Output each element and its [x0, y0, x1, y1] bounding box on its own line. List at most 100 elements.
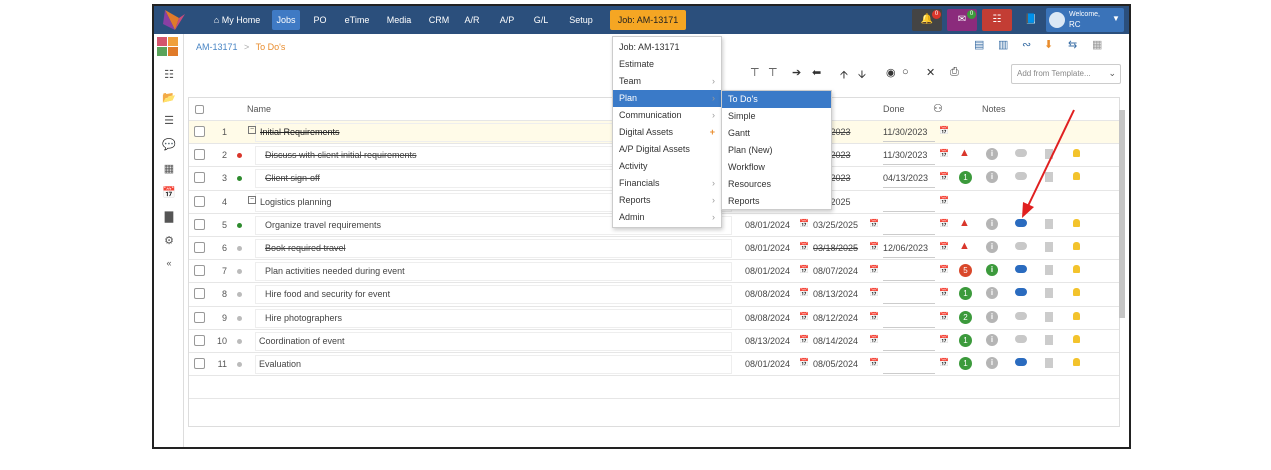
- warning-icon[interactable]: ▲: [959, 240, 970, 252]
- select-all-checkbox[interactable]: [195, 105, 204, 114]
- info-icon[interactable]: i: [986, 171, 998, 184]
- table-row[interactable]: 7 Plan activities needed during event 08/0…: [189, 259, 1119, 282]
- row-checkbox[interactable]: [194, 126, 205, 137]
- nav-etime[interactable]: eTime: [340, 10, 374, 30]
- submenu-item-gantt[interactable]: Gantt: [722, 125, 831, 142]
- submenu-item-to-do-s[interactable]: To Do's: [722, 91, 831, 108]
- calendar-icon[interactable]: 📅: [939, 358, 949, 368]
- done-date-field[interactable]: [883, 285, 935, 305]
- done-date-field[interactable]: [883, 309, 935, 328]
- menu-item-communication[interactable]: Communication ›: [613, 107, 721, 124]
- bell-icon[interactable]: [1073, 149, 1080, 158]
- menu-item-financials[interactable]: Financials ›: [613, 175, 721, 192]
- unlock-icon[interactable]: ○: [902, 66, 909, 78]
- info-icon[interactable]: i: [986, 333, 998, 346]
- start-date[interactable]: 08/01/2024: [745, 243, 790, 253]
- menu-item-plan[interactable]: Plan ›: [613, 90, 721, 107]
- info-icon[interactable]: i: [986, 264, 998, 277]
- document-icon[interactable]: [1045, 288, 1053, 299]
- breadcrumb-job-link[interactable]: AM-13171: [196, 42, 238, 52]
- calendar-icon[interactable]: 📅: [939, 126, 949, 136]
- calendar-icon[interactable]: 📅: [799, 219, 809, 229]
- count-badge[interactable]: 5: [959, 264, 972, 278]
- grid-scrollbar[interactable]: [1119, 98, 1125, 418]
- nav-jobs[interactable]: Jobs: [272, 10, 300, 30]
- name-cell[interactable]: [255, 355, 732, 374]
- calendar-icon[interactable]: 📅: [939, 196, 949, 206]
- calendar-icon[interactable]: 📅: [160, 186, 178, 200]
- mail-button[interactable]: ✉ 0: [947, 9, 977, 31]
- spreadsheet-icon[interactable]: ▦: [1092, 38, 1102, 51]
- nav-media[interactable]: Media: [382, 10, 416, 30]
- document-icon[interactable]: [1045, 311, 1053, 322]
- warning-icon[interactable]: ▲: [959, 217, 970, 229]
- indent-icon[interactable]: ⊤: [750, 66, 760, 79]
- menu-item-team[interactable]: Team ›: [613, 73, 721, 90]
- due-date[interactable]: 08/07/2024: [813, 266, 858, 276]
- document-icon[interactable]: [1045, 242, 1053, 252]
- table-row[interactable]: 10 Coordination of event 08/13/2024 📅 08/14/…: [189, 328, 1119, 352]
- calendar-icon[interactable]: 📅: [869, 312, 879, 322]
- calendar-icon[interactable]: 📅: [799, 312, 809, 322]
- info-icon[interactable]: i: [986, 148, 998, 161]
- count-badge[interactable]: 1: [959, 287, 972, 301]
- menu-item-digital-assets[interactable]: Digital Assets +: [613, 124, 721, 141]
- comments-icon[interactable]: [1015, 149, 1027, 158]
- calendar-icon[interactable]: 📅: [939, 149, 949, 159]
- row-checkbox[interactable]: [194, 242, 205, 253]
- nav-a-p[interactable]: A/P: [495, 10, 519, 30]
- table-row[interactable]: 11 Evaluation 08/01/2024 📅 08/05/2024 📅 📅 1 i: [189, 352, 1119, 375]
- notes-column-header[interactable]: Notes: [982, 104, 1006, 114]
- row-checkbox[interactable]: [194, 265, 205, 277]
- info-icon[interactable]: i: [986, 310, 998, 323]
- due-date[interactable]: 08/05/2024: [813, 359, 858, 369]
- rss-icon[interactable]: ∾: [1022, 38, 1031, 51]
- grid-view-icon[interactable]: ▤: [974, 38, 984, 51]
- calendar-icon[interactable]: 📅: [799, 242, 809, 252]
- comments-icon[interactable]: [1015, 218, 1027, 227]
- map-icon[interactable]: ▦: [160, 162, 178, 176]
- done-date-field[interactable]: [883, 216, 935, 235]
- user-menu[interactable]: Welcome, RC ▼: [1046, 8, 1124, 32]
- submenu-item-plan-new-[interactable]: Plan (New): [722, 142, 831, 159]
- nav-g-l[interactable]: G/L: [529, 10, 553, 30]
- due-date[interactable]: 08/14/2024: [813, 336, 858, 346]
- outdent-icon[interactable]: ⊤: [768, 66, 778, 79]
- arrow-right-icon[interactable]: ➔: [792, 66, 801, 79]
- collapse-toggle-icon[interactable]: −: [248, 195, 256, 204]
- database-button[interactable]: ☷: [982, 9, 1012, 31]
- submenu-item-reports[interactable]: Reports: [722, 193, 831, 210]
- calendar-icon[interactable]: 📅: [939, 242, 949, 252]
- comments-icon[interactable]: [1015, 288, 1027, 297]
- comments-icon[interactable]: 💬: [160, 138, 178, 152]
- document-icon[interactable]: [1045, 218, 1053, 229]
- submenu-item-resources[interactable]: Resources: [722, 176, 831, 193]
- done-date-field[interactable]: [883, 332, 935, 351]
- arrow-left-icon[interactable]: ⬅: [812, 66, 821, 79]
- plus-icon[interactable]: +: [710, 124, 715, 141]
- calendar-icon[interactable]: 📅: [799, 358, 809, 368]
- done-column-header[interactable]: Done: [883, 104, 905, 114]
- notifications-button[interactable]: 🔔 0: [912, 9, 942, 31]
- calendar-icon[interactable]: 📅: [799, 288, 809, 298]
- calendar-icon[interactable]: 📅: [939, 265, 949, 275]
- menu-item-a-p-digital-assets[interactable]: A/P Digital Assets: [613, 141, 721, 158]
- menu-item-job-am-13171[interactable]: Job: AM-13171: [613, 39, 721, 56]
- bell-icon[interactable]: [1073, 172, 1080, 181]
- delete-icon[interactable]: ✕: [926, 66, 935, 79]
- menu-item-admin[interactable]: Admin ›: [613, 209, 721, 226]
- comments-icon[interactable]: [1015, 334, 1027, 343]
- calendar-icon[interactable]: 📅: [939, 312, 949, 322]
- info-icon[interactable]: i: [986, 287, 998, 300]
- folder-icon[interactable]: 📂: [160, 91, 178, 105]
- calendar-icon[interactable]: 📅: [939, 219, 949, 229]
- due-date[interactable]: 03/25/2025: [813, 220, 858, 230]
- warning-icon[interactable]: ▲: [959, 147, 970, 159]
- swap-icon[interactable]: ⇆: [1068, 38, 1077, 51]
- calendar-icon[interactable]: 📅: [939, 335, 949, 345]
- due-date[interactable]: 08/12/2024: [813, 313, 858, 323]
- calendar-icon[interactable]: 📅: [799, 335, 809, 345]
- org-chart-icon[interactable]: ☷: [160, 68, 178, 82]
- signal-chart-icon[interactable]: ▇: [160, 210, 178, 224]
- info-icon[interactable]: i: [986, 217, 998, 230]
